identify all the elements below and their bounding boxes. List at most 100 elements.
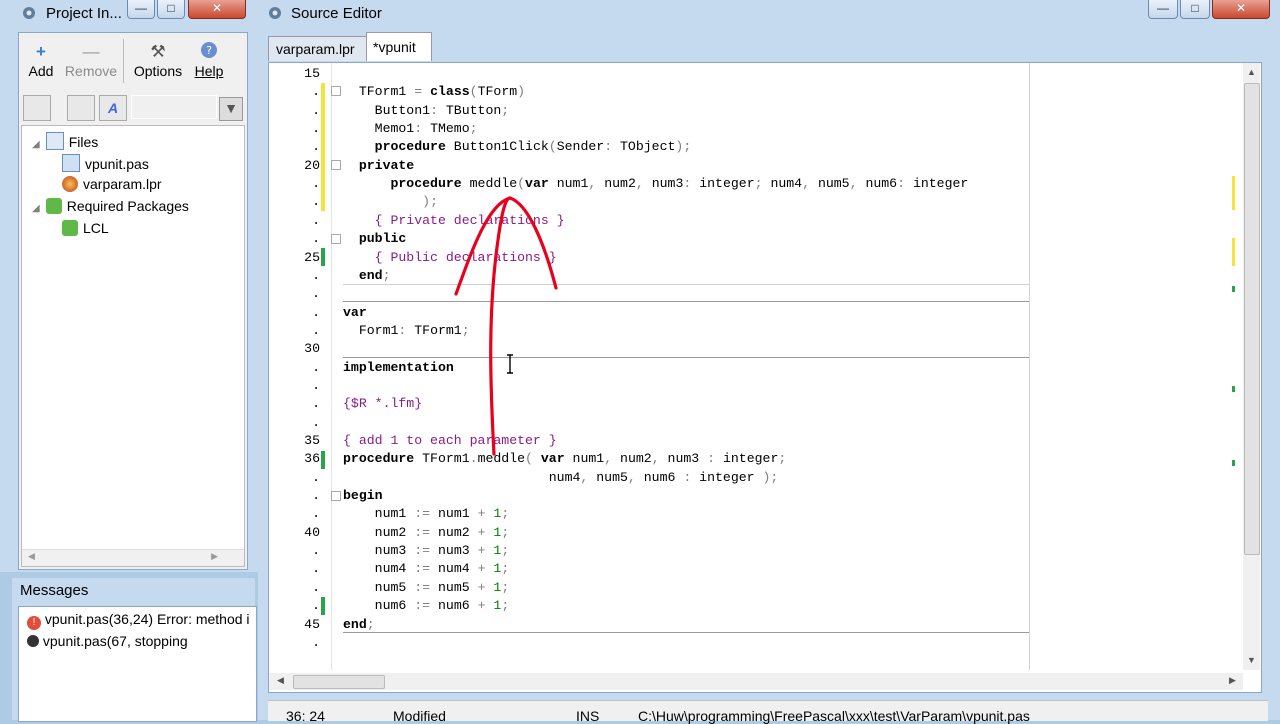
line-number: 40 [304, 524, 320, 540]
line-number: . [312, 212, 320, 228]
tree-label-vpunit: vpunit.pas [85, 156, 149, 172]
code-line[interactable]: TForm1 = class(TForm) [343, 84, 525, 99]
code-line[interactable]: num4, num5, num6 : integer ); [343, 470, 779, 485]
line-number: . [312, 414, 320, 430]
tree-label-lcl: LCL [83, 220, 109, 236]
code-line[interactable]: procedure Button1Click(Sender: TObject); [343, 139, 692, 154]
line-number: . [312, 322, 320, 338]
change-marker-saved [321, 451, 325, 469]
help-label: Help [194, 63, 224, 79]
source-editor-title: Source Editor [291, 5, 382, 22]
scroll-up-icon[interactable]: ▲ [1247, 67, 1256, 77]
add-button[interactable]: + Add [25, 41, 57, 79]
app-gear-icon [23, 7, 35, 19]
maximize-button[interactable]: □ [157, 0, 185, 19]
code-line[interactable]: procedure meddle(var num1, num2, num3: i… [343, 176, 968, 191]
tools-icon: ⚒ [150, 42, 166, 61]
message-text: vpunit.pas(36,24) Error: method i [44, 611, 250, 627]
code-line[interactable]: implementation [343, 360, 454, 375]
tab-vpunit[interactable]: *vpunit [366, 32, 432, 61]
tree-item-varparam[interactable]: varparam.lpr [62, 176, 162, 192]
tree-item-required-packages[interactable]: ◢ Required Packages [32, 198, 189, 214]
message-item[interactable]: vpunit.pas(67, stopping [27, 633, 188, 649]
package-icon [45, 198, 62, 214]
fold-box[interactable] [331, 160, 341, 170]
line-number: . [312, 634, 320, 650]
vertical-scrollbar[interactable]: ▲ ▼ [1243, 63, 1260, 670]
line-number: . [312, 561, 320, 577]
horizontal-scrollbar[interactable]: ◀ ▶ [269, 673, 1243, 690]
tab-varparam[interactable]: varparam.lpr [268, 36, 368, 61]
overview-marker [1232, 460, 1235, 466]
close-button[interactable]: ✕ [1212, 0, 1270, 19]
project-tree: ◢ Files vpunit.pas varparam.lpr ◢ Required… [21, 125, 245, 567]
code-line[interactable]: public [343, 231, 406, 246]
filter-icon[interactable]: ▼ [219, 97, 243, 121]
line-number: 35 [304, 433, 320, 448]
code-line[interactable]: private [343, 158, 414, 173]
project-inspector-titlebar[interactable]: Project In... — □ ✕ [0, 0, 258, 26]
maximize-button[interactable]: □ [1180, 0, 1210, 19]
code-line[interactable]: num5 := num5 + 1; [343, 580, 510, 595]
messages-title: Messages [20, 582, 89, 599]
code-line[interactable]: {$R *.lfm} [343, 396, 422, 411]
fold-box[interactable] [331, 86, 341, 96]
minimize-button[interactable]: — [1148, 0, 1178, 19]
tree-scrollbar-horizontal[interactable]: ◀ ▶ [22, 549, 244, 566]
messages-window: Messages ! vpunit.pas(36,24) Error: meth… [12, 578, 257, 722]
code-line[interactable]: Memo1: TMemo; [343, 121, 478, 136]
close-button[interactable]: ✕ [188, 0, 246, 19]
remove-label: Remove [64, 63, 118, 79]
package-icon [62, 220, 78, 236]
code-line[interactable]: ); [343, 194, 438, 209]
line-number: . [312, 304, 320, 320]
minimize-button[interactable]: — [127, 0, 155, 19]
source-editor-titlebar[interactable]: Source Editor — □ ✕ [258, 0, 1280, 26]
remove-button[interactable]: — Remove [61, 41, 121, 79]
code-line[interactable]: begin [343, 488, 383, 503]
change-marker-saved [321, 597, 325, 615]
app-gear-icon [269, 7, 281, 19]
horizontal-scroll-thumb[interactable] [293, 675, 385, 689]
open-button[interactable] [23, 95, 51, 121]
sort-button[interactable] [67, 95, 95, 121]
line-number: 45 [304, 616, 320, 632]
tree-item-files[interactable]: ◢ Files [32, 132, 98, 150]
filter-input[interactable] [131, 95, 217, 119]
code-line[interactable]: num3 := num3 + 1; [343, 543, 510, 558]
fold-box[interactable] [331, 491, 341, 501]
overview-marker [1232, 238, 1235, 266]
error-icon: ! [27, 616, 41, 630]
code-line[interactable]: end; [343, 617, 375, 632]
scroll-right-icon[interactable]: ▶ [1229, 675, 1236, 686]
fold-box[interactable] [331, 234, 341, 244]
cursor-position: 36: 24 [286, 708, 325, 724]
tab-label: varparam.lpr [276, 41, 355, 57]
help-icon: ? [191, 41, 227, 63]
code-line[interactable]: num1 := num1 + 1; [343, 506, 510, 521]
message-item[interactable]: ! vpunit.pas(36,24) Error: method i [27, 611, 250, 630]
line-number: 25 [304, 249, 320, 265]
line-number: . [312, 102, 320, 118]
code-line[interactable]: num4 := num4 + 1; [343, 561, 510, 576]
line-number: . [312, 469, 320, 485]
svg-text:?: ? [206, 44, 212, 57]
scroll-down-icon[interactable]: ▼ [1247, 655, 1256, 665]
help-button[interactable]: ? Help [191, 41, 227, 79]
options-button[interactable]: ⚒ Options [129, 41, 187, 79]
code-line[interactable]: end; [343, 268, 391, 283]
line-number: 20 [304, 157, 320, 173]
vertical-scroll-thumb[interactable] [1244, 83, 1260, 555]
files-icon [45, 132, 64, 150]
tree-item-vpunit[interactable]: vpunit.pas [62, 154, 149, 172]
tree-item-lcl[interactable]: LCL [62, 220, 109, 236]
code-line[interactable]: num6 := num6 + 1; [343, 598, 510, 613]
scroll-left-icon[interactable]: ◀ [277, 675, 284, 686]
directory-button[interactable]: A [99, 95, 127, 121]
overview-marker [1232, 286, 1235, 292]
code-line[interactable]: num2 := num2 + 1; [343, 525, 510, 540]
code-line[interactable]: Button1: TButton; [343, 103, 510, 118]
tree-label-varparam: varparam.lpr [83, 176, 162, 192]
code-line[interactable]: var [343, 305, 367, 320]
line-number: . [312, 506, 320, 522]
